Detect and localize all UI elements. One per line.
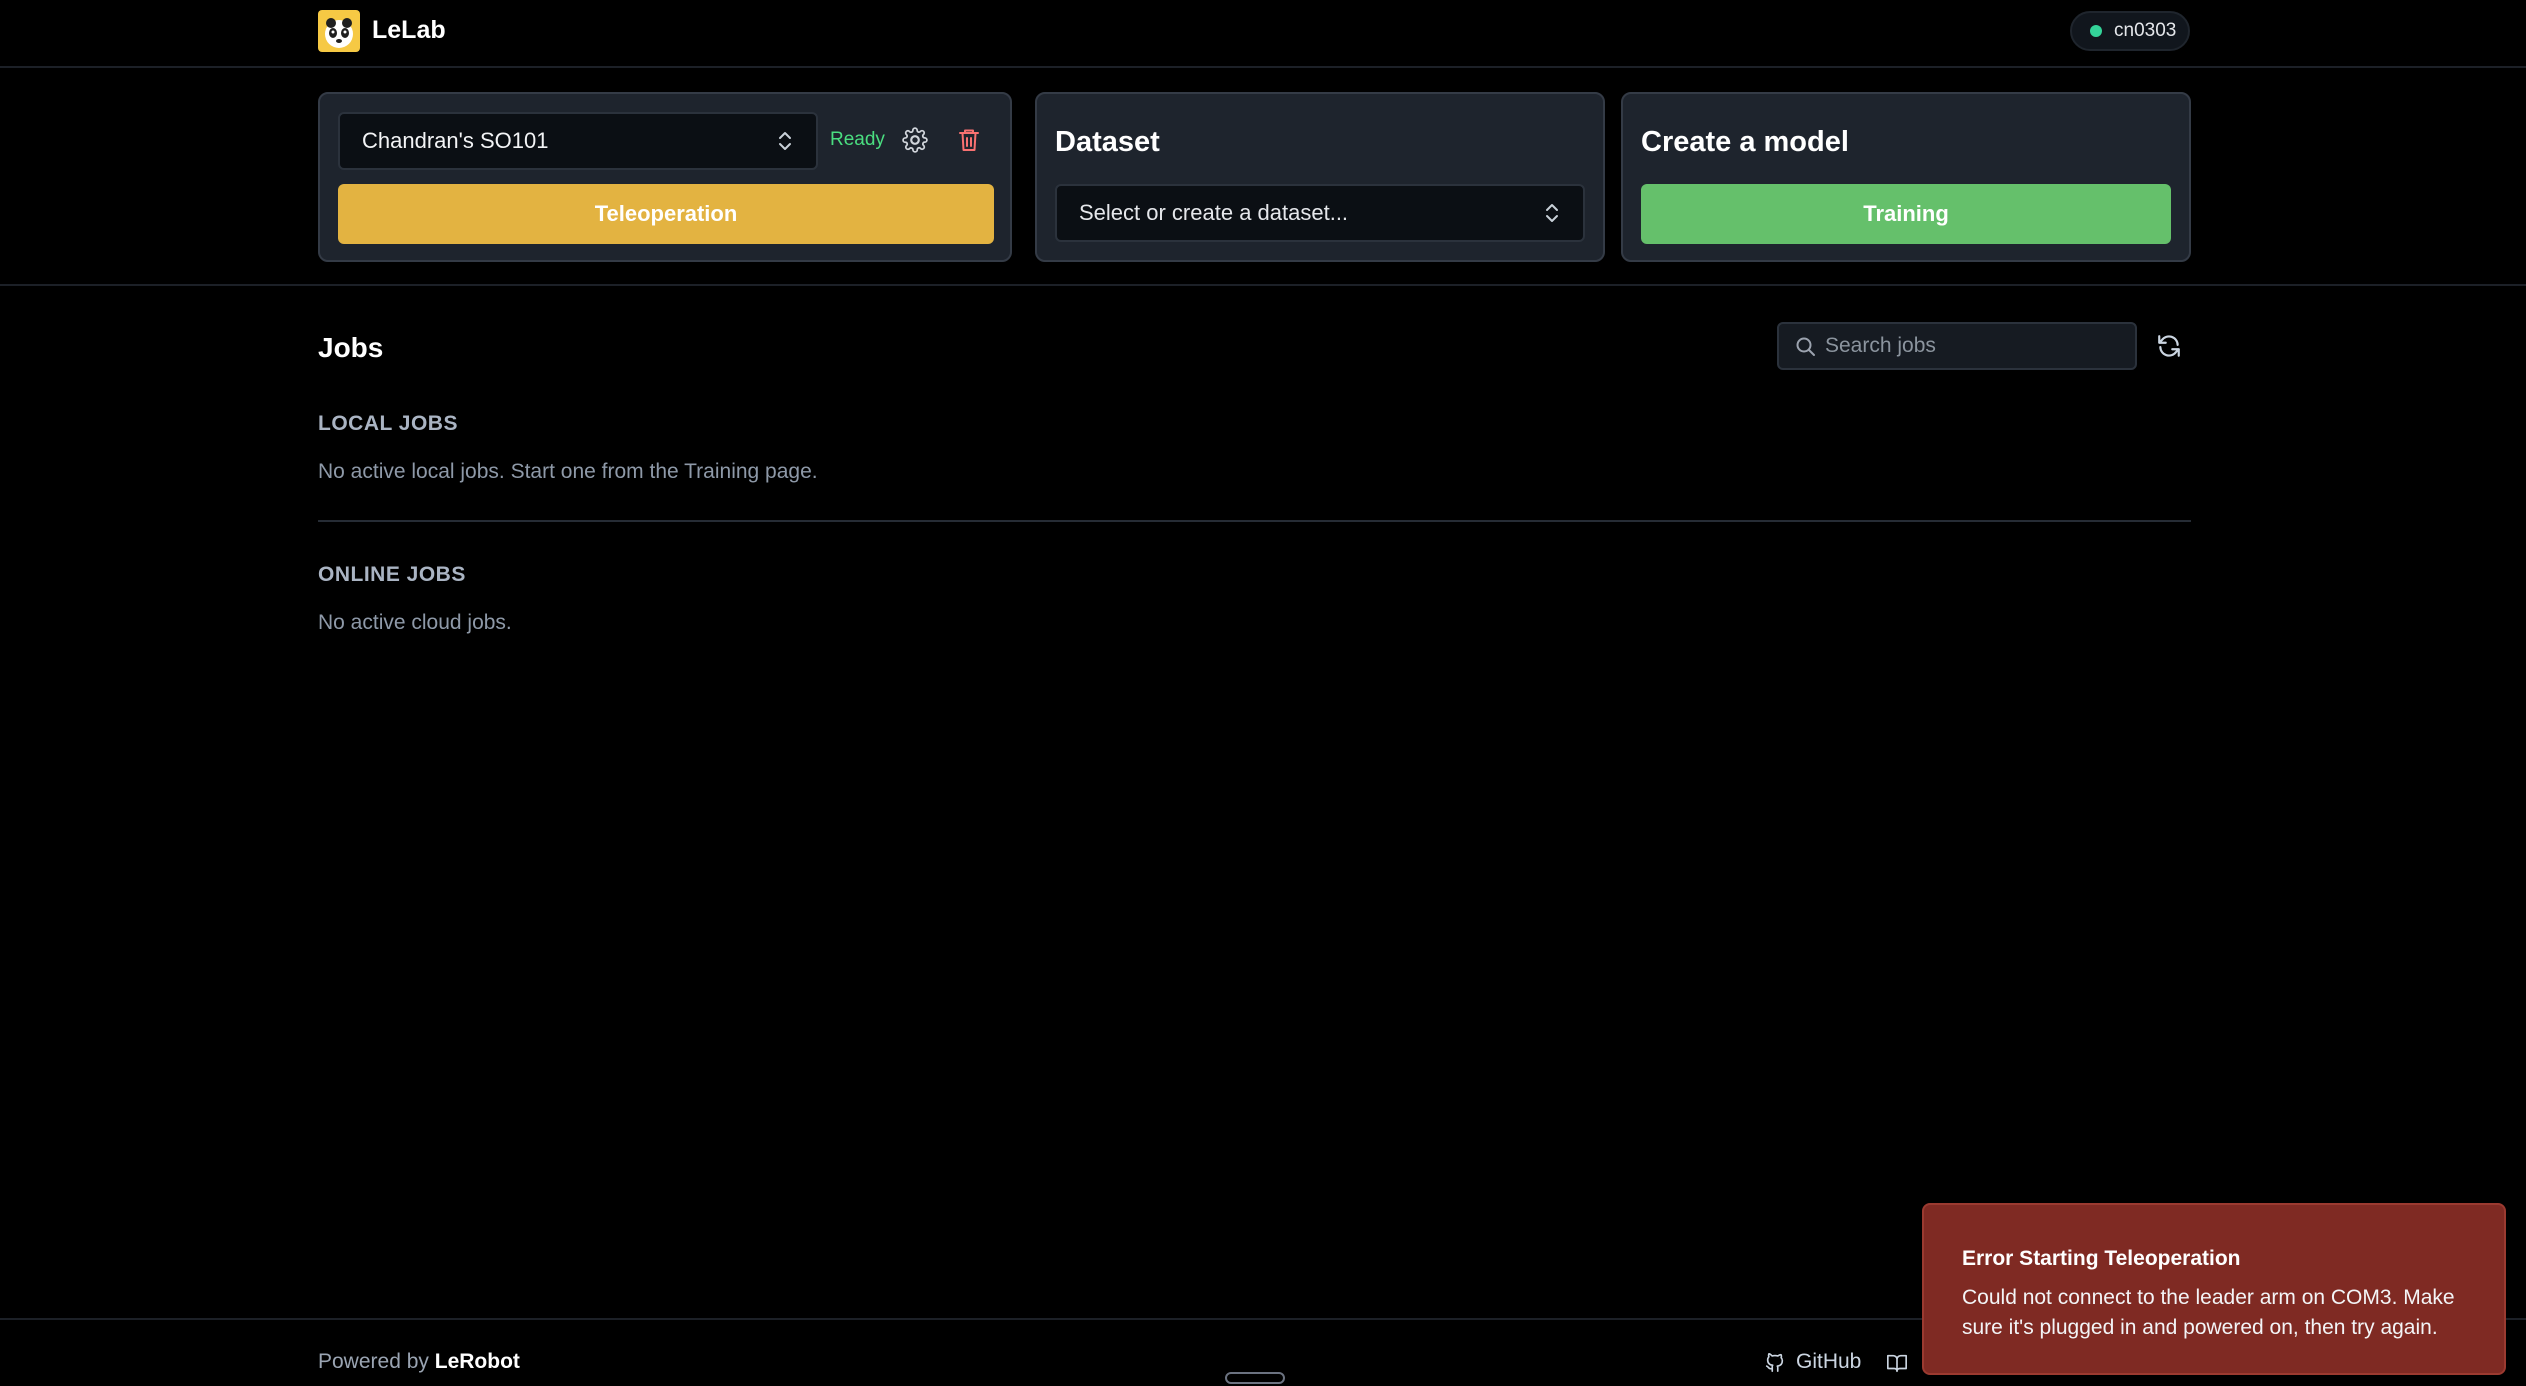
robot-card: Chandran's SO101 Ready Teleoperation: [318, 92, 1012, 262]
github-label: GitHub: [1796, 1350, 1862, 1373]
search-jobs-box: [1777, 322, 2137, 370]
refresh-icon[interactable]: [2156, 333, 2182, 359]
lerobot-link[interactable]: LeRobot: [435, 1350, 520, 1373]
create-model-title: Create a model: [1641, 126, 1849, 158]
training-button[interactable]: Training: [1641, 184, 2171, 244]
trash-icon[interactable]: [957, 127, 981, 153]
top-header: LeLab cn0303: [0, 0, 2526, 68]
user-name: cn0303: [2114, 20, 2177, 41]
teleoperation-button[interactable]: Teleoperation: [338, 184, 994, 244]
lelab-logo-icon[interactable]: [318, 10, 360, 52]
github-icon: [1765, 1353, 1784, 1372]
online-jobs-empty: No active cloud jobs.: [318, 611, 512, 634]
robot-select[interactable]: Chandran's SO101: [338, 112, 818, 170]
local-jobs-empty: No active local jobs. Start one from the…: [318, 460, 818, 483]
chevron-updown-icon: [779, 132, 791, 150]
user-badge[interactable]: cn0303: [2070, 11, 2190, 51]
online-jobs-label: ONLINE JOBS: [318, 563, 466, 586]
toast-title: Error Starting Teleoperation: [1962, 1247, 2241, 1270]
search-jobs-input[interactable]: [1825, 324, 2125, 368]
robot-select-value: Chandran's SO101: [362, 128, 549, 153]
robot-status: Ready: [830, 129, 885, 150]
control-panel: Chandran's SO101 Ready Teleoperation Dat…: [0, 68, 2526, 286]
chevron-updown-icon: [1546, 204, 1558, 222]
search-icon: [1796, 337, 1815, 356]
toast-message: Could not connect to the leader arm on C…: [1962, 1286, 2455, 1339]
jobs-title: Jobs: [318, 332, 384, 363]
dataset-title: Dataset: [1055, 126, 1160, 158]
jobs-divider: [318, 520, 2191, 522]
error-toast[interactable]: Error Starting Teleoperation Could not c…: [1922, 1203, 2506, 1375]
dataset-select-value: Select or create a dataset...: [1079, 200, 1349, 225]
github-link[interactable]: GitHub: [1764, 1350, 1861, 1374]
online-status-dot: [2090, 25, 2102, 37]
create-model-card: Create a model Training: [1621, 92, 2191, 262]
book-icon[interactable]: [1886, 1352, 1908, 1374]
dataset-select[interactable]: Select or create a dataset...: [1055, 184, 1585, 242]
local-jobs-label: LOCAL JOBS: [318, 412, 458, 435]
gear-icon[interactable]: [902, 127, 928, 153]
brand-name[interactable]: LeLab: [372, 16, 446, 45]
home-indicator: [1225, 1372, 1285, 1384]
powered-by: Powered by LeRobot: [318, 1350, 520, 1374]
powered-prefix: Powered by: [318, 1350, 429, 1373]
dataset-card: Dataset Select or create a dataset...: [1035, 92, 1605, 262]
